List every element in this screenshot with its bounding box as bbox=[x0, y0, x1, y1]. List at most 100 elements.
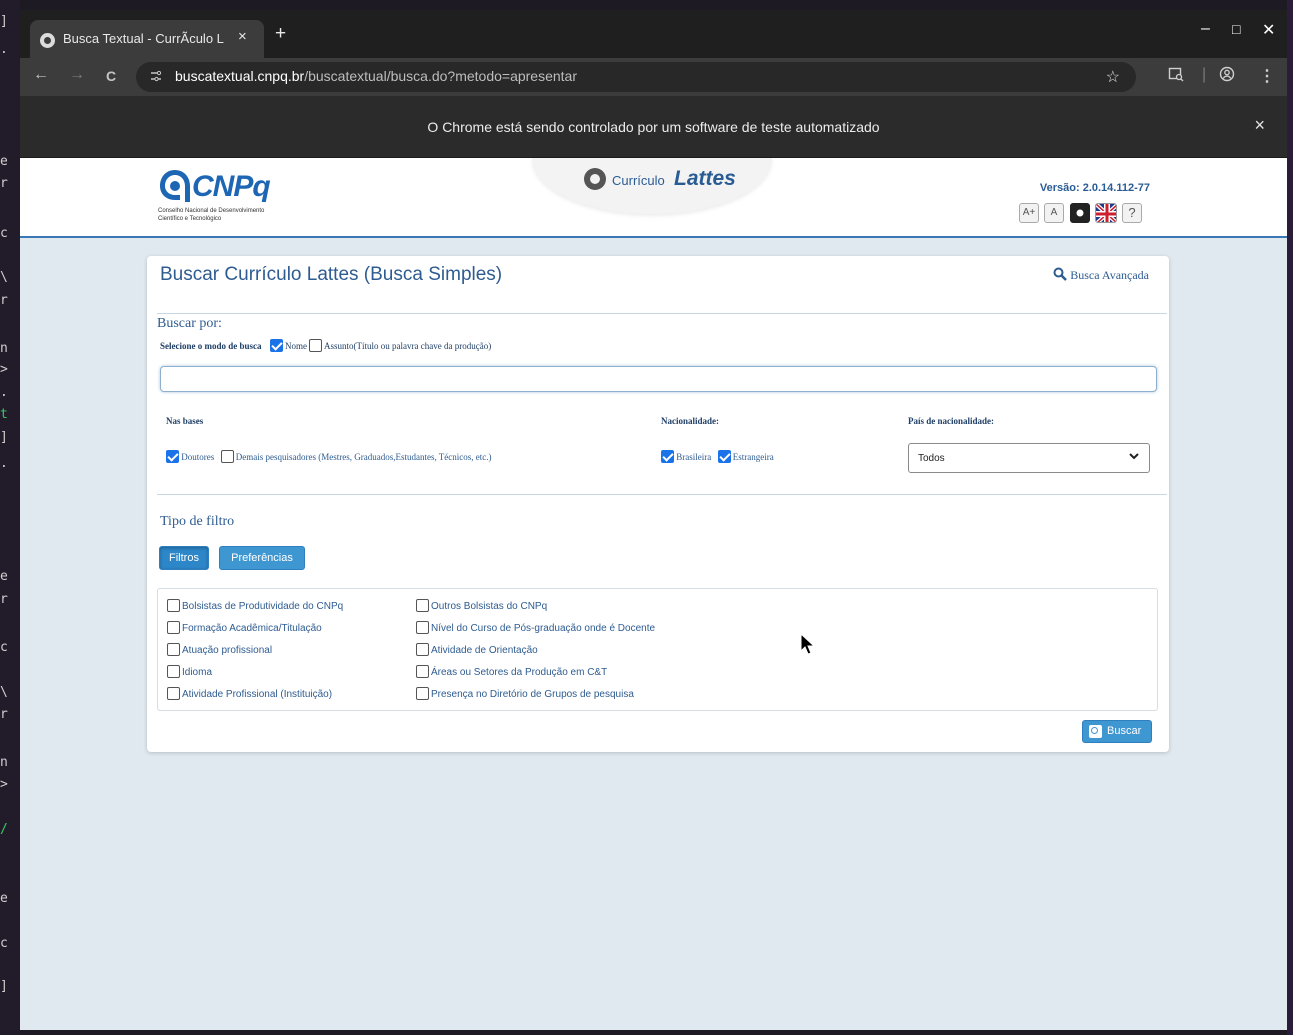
filter-checkbox[interactable] bbox=[416, 643, 429, 656]
terminal-char: . bbox=[0, 42, 8, 57]
pais-label: País de nacionalidade: bbox=[908, 416, 995, 426]
cnpq-logo[interactable]: CNPq Conselho Nacional de Desenvolviment… bbox=[156, 166, 286, 226]
buscar-button-label: Buscar bbox=[1107, 725, 1142, 737]
filter-item[interactable]: Atividade de Orientação bbox=[416, 643, 538, 656]
terminal-char: / bbox=[0, 822, 8, 837]
terminal-char: ] bbox=[0, 14, 8, 29]
nome-checkbox[interactable] bbox=[269, 339, 283, 352]
help-button[interactable]: ? bbox=[1122, 203, 1142, 223]
address-bar[interactable]: buscatextual.cnpq.br/buscatextual/busca.… bbox=[136, 62, 1136, 92]
normal-font-button[interactable]: A bbox=[1044, 203, 1064, 223]
search-icon bbox=[1053, 267, 1068, 283]
desktop-background-strip bbox=[1287, 0, 1293, 1035]
filter-item[interactable]: Outros Bolsistas do CNPq bbox=[416, 599, 547, 612]
increase-font-button[interactable]: A+ bbox=[1019, 203, 1039, 223]
filter-checkbox[interactable] bbox=[416, 665, 429, 678]
filter-item[interactable]: Formação Acadêmica/Titulação bbox=[167, 621, 322, 634]
filter-label: Formação Acadêmica/Titulação bbox=[182, 623, 322, 634]
terminal-char: n bbox=[0, 755, 8, 770]
filter-item[interactable]: Nível do Curso de Pós-graduação onde é D… bbox=[416, 621, 655, 634]
high-contrast-icon[interactable] bbox=[1070, 203, 1090, 223]
forward-button[interactable]: → bbox=[69, 66, 85, 84]
background-terminal: ] . e r c \ r n > . t ] . e r c \ r n > … bbox=[0, 0, 20, 1035]
url-host: buscatextual.cnpq.br bbox=[175, 68, 305, 84]
filter-label: Outros Bolsistas do CNPq bbox=[431, 601, 548, 612]
toolbar: ← → C buscatextual.cnpq.br/buscatextual/… bbox=[20, 58, 1287, 96]
site-header: CNPq Conselho Nacional de Desenvolviment… bbox=[20, 158, 1287, 238]
terminal-char: \ bbox=[0, 270, 8, 285]
back-button[interactable]: ← bbox=[33, 66, 49, 84]
site-settings-icon[interactable] bbox=[149, 69, 163, 83]
search-mode-row: Selecione o modo de busca Nome Assunto(T… bbox=[160, 339, 491, 352]
filter-checkbox[interactable] bbox=[167, 599, 180, 612]
filter-label: Atividade de Orientação bbox=[431, 645, 538, 656]
minimize-button[interactable]: – bbox=[1201, 20, 1210, 38]
filter-checkbox[interactable] bbox=[416, 687, 429, 700]
filter-item[interactable]: Idioma bbox=[167, 665, 212, 678]
filter-checkbox[interactable] bbox=[167, 643, 180, 656]
buscar-button[interactable]: Buscar bbox=[1082, 720, 1152, 743]
filter-label: Idioma bbox=[182, 667, 213, 678]
filter-checkbox[interactable] bbox=[416, 599, 429, 612]
filter-label: Áreas ou Setores da Produção em C&T bbox=[431, 667, 608, 678]
demais-pesquisadores-checkbox[interactable] bbox=[220, 450, 234, 463]
search-icon bbox=[1089, 725, 1102, 738]
filter-label: Presença no Diretório de Grupos de pesqu… bbox=[431, 689, 634, 700]
infobar-close-icon[interactable]: × bbox=[1254, 115, 1265, 136]
tab-preferencias[interactable]: Preferências bbox=[219, 546, 305, 570]
terminal-char: e bbox=[0, 891, 8, 906]
nome-option-label: Nome bbox=[285, 341, 308, 351]
terminal-char: r bbox=[0, 592, 8, 607]
reload-button[interactable]: C bbox=[106, 68, 116, 84]
tab-bar: Busca Textual - CurrÃculo L × + – □ ✕ bbox=[20, 10, 1287, 58]
tipo-filtro-label: Tipo de filtro bbox=[160, 514, 235, 529]
search-card: Buscar Currículo Lattes (Busca Simples) … bbox=[147, 256, 1169, 752]
estrangeira-checkbox[interactable] bbox=[717, 450, 731, 463]
filter-checkbox[interactable] bbox=[167, 665, 180, 678]
terminal-char: . bbox=[0, 456, 8, 471]
filter-item[interactable]: Áreas ou Setores da Produção em C&T bbox=[416, 665, 607, 678]
maximize-button[interactable]: □ bbox=[1232, 21, 1240, 37]
uk-flag-icon[interactable] bbox=[1095, 203, 1117, 223]
bookmark-star-icon[interactable]: ☆ bbox=[1106, 67, 1120, 87]
divider bbox=[157, 313, 1167, 314]
close-window-button[interactable]: ✕ bbox=[1262, 20, 1275, 40]
terminal-char: t bbox=[0, 407, 8, 422]
filter-checkbox[interactable] bbox=[167, 621, 180, 634]
assunto-option-label: Assunto(Título ou palavra chave da produ… bbox=[324, 341, 492, 351]
profile-icon[interactable] bbox=[1219, 66, 1235, 87]
pais-select[interactable]: Todos bbox=[908, 443, 1150, 473]
tab-title: Busca Textual - CurrÃculo L bbox=[63, 31, 224, 46]
filter-checkbox[interactable] bbox=[416, 621, 429, 634]
filter-label: Nível do Curso de Pós-graduação onde é D… bbox=[431, 623, 656, 634]
cnpq-wordmark: CNPq bbox=[192, 170, 271, 203]
tab-close-icon[interactable]: × bbox=[238, 28, 247, 45]
lattes-word: Lattes bbox=[674, 167, 736, 190]
cnpq-subtitle-line1: Conselho Nacional de Desenvolvimento bbox=[158, 208, 265, 214]
advanced-search-label: Busca Avançada bbox=[1070, 268, 1149, 282]
filter-item[interactable]: Bolsistas de Produtividade do CNPq bbox=[167, 599, 343, 612]
tab-filtros[interactable]: Filtros bbox=[159, 546, 209, 570]
doutores-checkbox[interactable] bbox=[166, 450, 179, 463]
nacionalidade-row: Brasileira Estrangeira bbox=[661, 450, 774, 463]
curriculo-word: Currículo bbox=[612, 173, 665, 188]
filter-item[interactable]: Atuação profissional bbox=[167, 643, 272, 656]
demais-pesquisadores-label: Demais pesquisadores (Mestres, Graduados… bbox=[235, 452, 492, 462]
browser-window: Busca Textual - CurrÃculo L × + – □ ✕ ← … bbox=[20, 10, 1287, 1030]
menu-icon[interactable]: ⋮ bbox=[1259, 66, 1275, 86]
reading-mode-icon[interactable] bbox=[1168, 66, 1184, 87]
curriculo-lattes-logo[interactable]: Currículo Lattes bbox=[532, 158, 772, 214]
search-input[interactable] bbox=[160, 366, 1157, 392]
terminal-char: e bbox=[0, 569, 8, 584]
filter-item[interactable]: Presença no Diretório de Grupos de pesqu… bbox=[416, 687, 634, 700]
assunto-checkbox[interactable] bbox=[309, 339, 323, 352]
new-tab-button[interactable]: + bbox=[275, 23, 286, 45]
advanced-search-link[interactable]: Busca Avançada bbox=[1053, 267, 1149, 283]
filter-checkbox[interactable] bbox=[167, 687, 180, 700]
brasileira-checkbox[interactable] bbox=[661, 450, 674, 463]
tab-busca-textual[interactable]: Busca Textual - CurrÃculo L × bbox=[30, 20, 264, 58]
bases-row: Doutores Demais pesquisadores (Mestres, … bbox=[166, 450, 492, 463]
terminal-char: r bbox=[0, 707, 8, 722]
terminal-char: . bbox=[0, 385, 8, 400]
filter-item[interactable]: Atividade Profissional (Instituição) bbox=[167, 687, 332, 700]
